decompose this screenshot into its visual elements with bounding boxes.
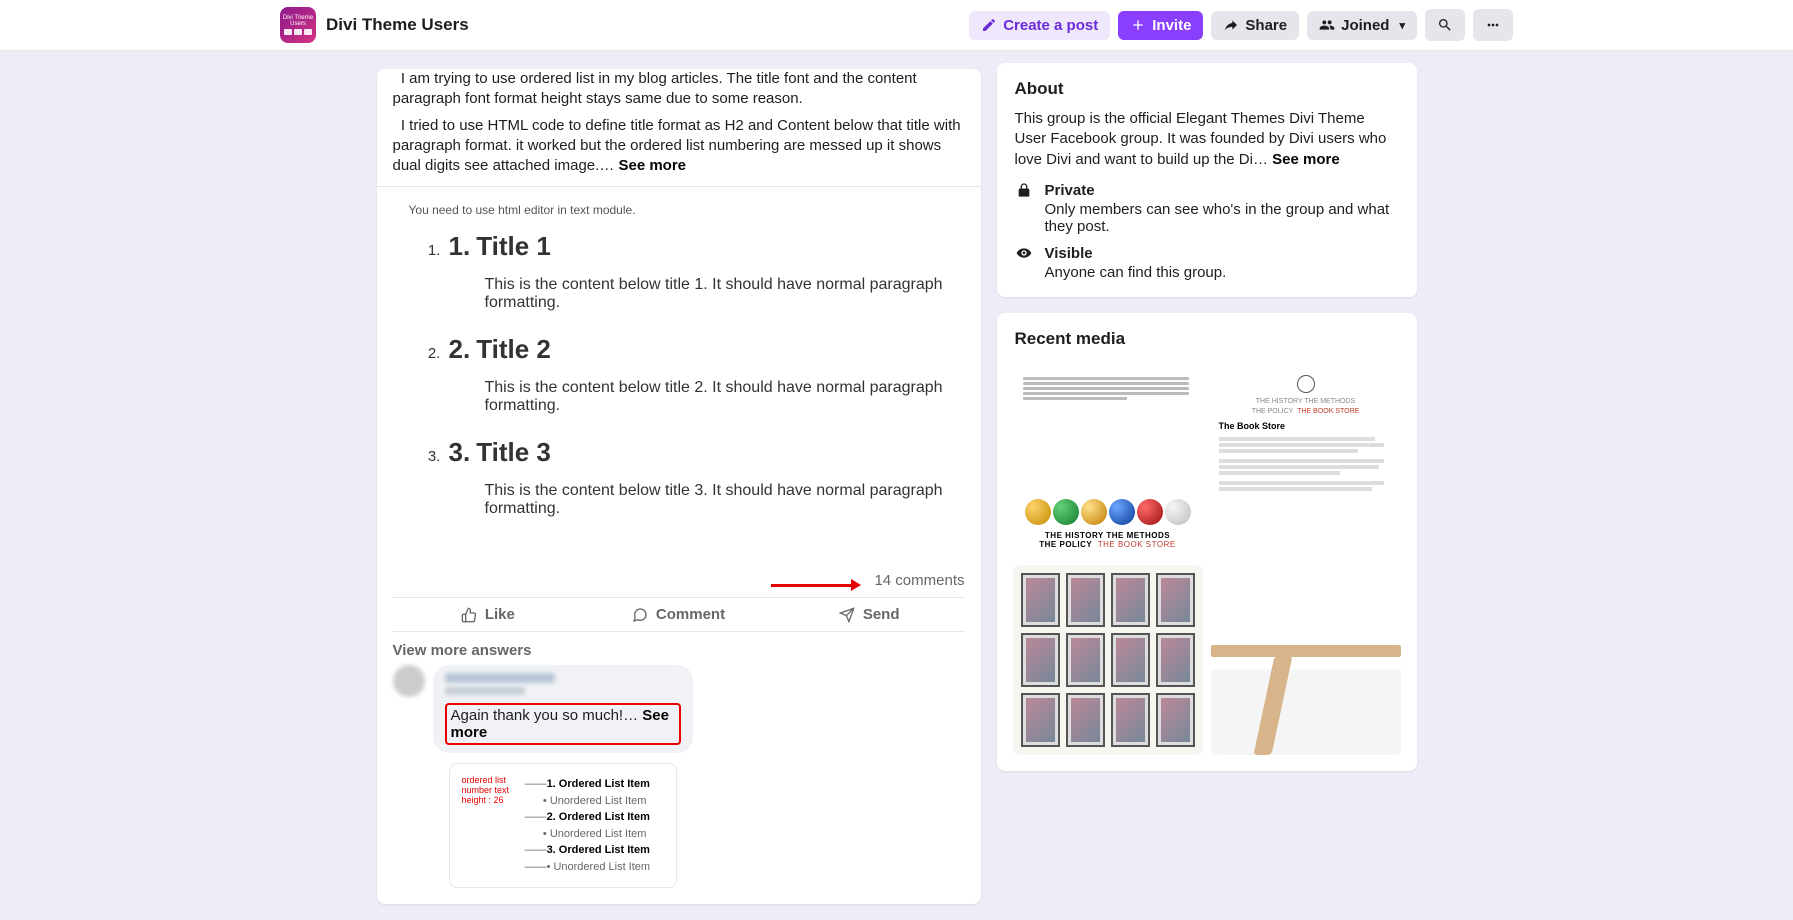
comment-attached-image[interactable]: ordered list number text height : 26 ――1… — [449, 763, 677, 888]
eye-icon — [1015, 245, 1033, 265]
top-bar-actions: Create a post Invite Share Joined — [969, 9, 1513, 41]
view-more-answers-link[interactable]: View more answers — [377, 632, 981, 665]
post-p1-text: I am trying to use ordered list in my bl… — [393, 70, 917, 107]
comments-count-row: 14 comments — [377, 564, 981, 593]
comments-count-link[interactable]: 14 comments — [874, 572, 964, 589]
list-item: Title 1 This is the content below title … — [445, 231, 953, 312]
create-post-label: Create a post — [1003, 17, 1098, 34]
commenter-handle-blurred — [445, 687, 525, 695]
top-bar-left: Divi Theme Users Divi Theme Users — [280, 7, 469, 43]
about-description: This group is the official Elegant Theme… — [1015, 109, 1399, 170]
commenter-name-blurred[interactable] — [445, 673, 555, 683]
group-icon — [1319, 17, 1335, 33]
send-label: Send — [863, 606, 900, 623]
lock-icon — [1015, 182, 1033, 202]
visibility-row: Visible Anyone can find this group. — [1015, 245, 1399, 281]
joined-label: Joined — [1341, 17, 1389, 34]
media-thumbnail[interactable] — [1211, 565, 1401, 755]
demo-body: This is the content below title 1. It sh… — [485, 276, 953, 312]
annotation-arrow — [771, 576, 861, 593]
share-icon — [1223, 17, 1239, 33]
visibility-title: Visible — [1045, 245, 1227, 262]
post-body: I am trying to use ordered list in my bl… — [377, 69, 981, 186]
more-button[interactable] — [1473, 9, 1513, 41]
send-icon — [839, 607, 855, 623]
search-button[interactable] — [1425, 9, 1465, 41]
invite-label: Invite — [1152, 17, 1191, 34]
like-label: Like — [485, 606, 515, 623]
privacy-desc: Only members can see who's in the group … — [1045, 201, 1399, 235]
privacy-row: Private Only members can see who's in th… — [1015, 182, 1399, 235]
post-paragraph: I am trying to use ordered list in my bl… — [393, 69, 965, 110]
demo-body: This is the content below title 2. It sh… — [485, 379, 953, 415]
top-bar: Divi Theme Users Divi Theme Users Create… — [0, 0, 1793, 51]
comment-bubble: Again thank you so much!… See more — [433, 665, 693, 753]
comment-text: Again thank you so much!… — [451, 707, 639, 724]
about-see-more[interactable]: See more — [1272, 151, 1340, 168]
media-thumbnail[interactable]: THE HISTORY THE METHODS THE POLICY THE B… — [1013, 367, 1203, 557]
demo-body: This is the content below title 3. It sh… — [485, 482, 953, 518]
post-card: I am trying to use ordered list in my bl… — [377, 69, 981, 904]
see-more-link[interactable]: See more — [618, 157, 686, 174]
recent-media-card: Recent media THE HISTORY THE METHODS THE… — [997, 313, 1417, 771]
list-item: Title 3 This is the content below title … — [445, 437, 953, 518]
compose-icon — [981, 17, 997, 33]
media-grid: THE HISTORY THE METHODS THE POLICY THE B… — [997, 367, 1417, 771]
send-button[interactable]: Send — [774, 598, 965, 631]
like-icon — [461, 607, 477, 623]
media-thumbnail[interactable] — [1013, 565, 1203, 755]
like-button[interactable]: Like — [393, 598, 584, 631]
comment-button[interactable]: Comment — [583, 598, 774, 631]
plus-icon — [1130, 17, 1146, 33]
demo-title: Title 1 — [449, 231, 551, 262]
share-label: Share — [1245, 17, 1287, 34]
post-actions: Like Comment Send — [393, 597, 965, 631]
visibility-desc: Anyone can find this group. — [1045, 264, 1227, 281]
annotation-label: ordered list number text height : 26 — [462, 776, 522, 806]
demo-title: Title 2 — [449, 334, 551, 365]
about-card: About This group is the official Elegant… — [997, 63, 1417, 297]
comment-row: Again thank you so much!… See more order… — [377, 665, 981, 904]
ellipsis-icon — [1485, 17, 1501, 33]
group-avatar[interactable]: Divi Theme Users — [280, 7, 316, 43]
comment-icon — [632, 607, 648, 623]
group-title[interactable]: Divi Theme Users — [326, 15, 469, 35]
joined-button[interactable]: Joined — [1307, 11, 1417, 40]
ordered-list-demo: Title 1 This is the content below title … — [405, 231, 953, 518]
search-icon — [1437, 17, 1453, 33]
privacy-title: Private — [1045, 182, 1399, 199]
post-paragraph: I tried to use HTML code to define title… — [393, 116, 965, 177]
list-item: Title 2 This is the content below title … — [445, 334, 953, 415]
annotation-highlight: Again thank you so much!… See more — [445, 703, 681, 745]
media-thumbnail[interactable]: THE HISTORY THE METHODS THE POLICY THE B… — [1211, 367, 1401, 557]
invite-button[interactable]: Invite — [1118, 11, 1203, 40]
side-column: About This group is the official Elegant… — [997, 63, 1417, 787]
demo-title: Title 3 — [449, 437, 551, 468]
main-column: I am trying to use ordered list in my bl… — [377, 63, 981, 920]
share-button[interactable]: Share — [1211, 11, 1299, 40]
commenter-avatar[interactable] — [393, 665, 425, 697]
create-post-button[interactable]: Create a post — [969, 11, 1110, 40]
embed-hint: You need to use html editor in text modu… — [409, 203, 953, 217]
about-title: About — [1015, 79, 1399, 99]
content: I am trying to use ordered list in my bl… — [377, 51, 1417, 920]
recent-media-title: Recent media — [1015, 329, 1399, 349]
post-attached-image[interactable]: You need to use html editor in text modu… — [377, 186, 981, 564]
nested-tree: ――1. Ordered List Item • Unordered List … — [525, 776, 651, 875]
comment-label: Comment — [656, 606, 725, 623]
